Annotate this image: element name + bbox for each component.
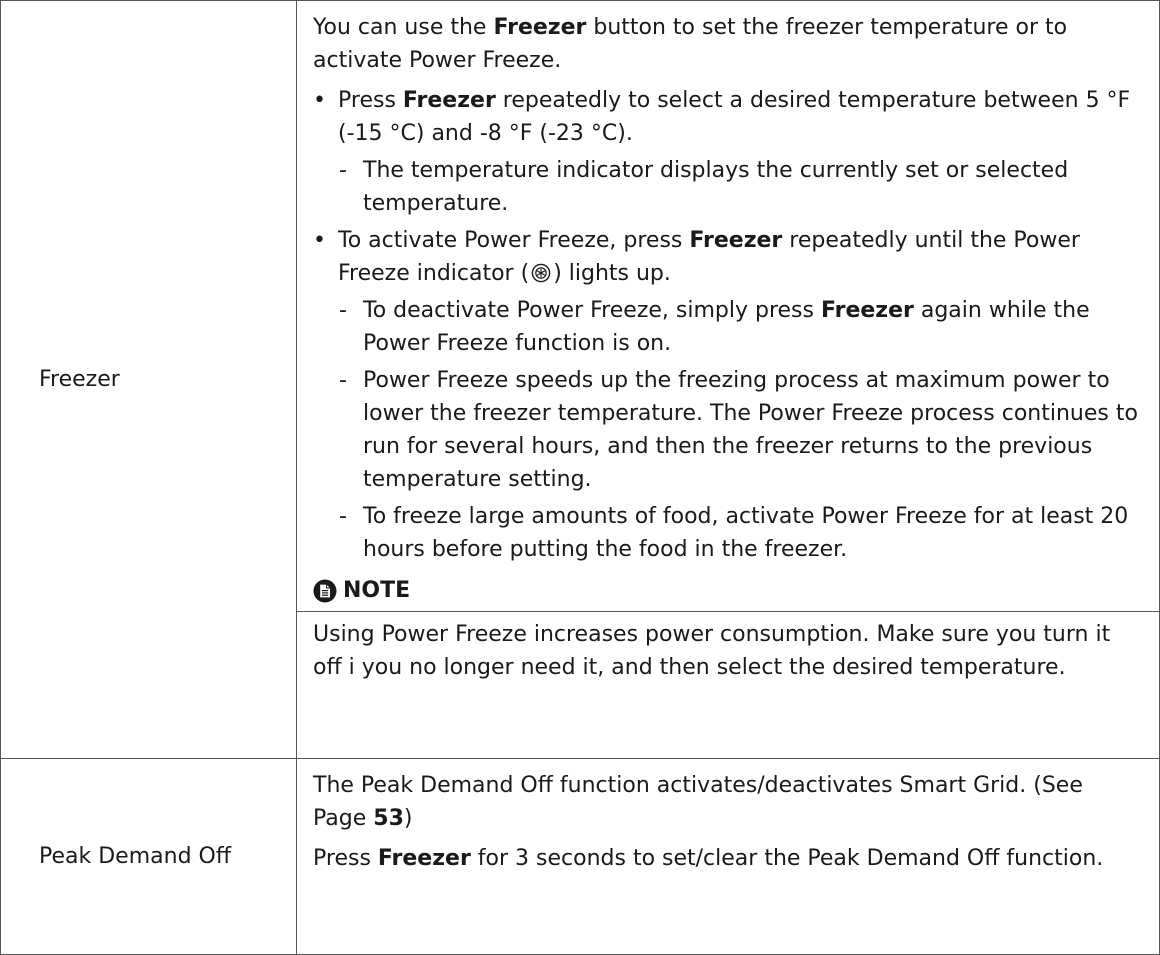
note-document-icon	[313, 579, 337, 603]
peak-demand-row: Peak Demand Off The Peak Demand Off func…	[0, 758, 1160, 955]
bullet-mark: •	[313, 88, 326, 113]
row-label-peak-demand: Peak Demand Off	[0, 758, 297, 955]
note-text: Using Power Freeze increases power consu…	[313, 622, 1111, 680]
freezer-button-ref: Freezer	[377, 846, 471, 871]
sub-list-item: - To deactivate Power Freeze, simply pres…	[313, 294, 1141, 360]
peak-demand-para-1: The Peak Demand Off function activates/d…	[313, 773, 1083, 831]
freezer-button-ref: Freezer	[689, 228, 783, 253]
note-title: NOTE	[343, 578, 411, 603]
row-label-freezer: Freezer	[0, 0, 297, 759]
peak-demand-para-2: Press Freezer for 3 seconds to set/clear…	[313, 846, 1104, 871]
sub-list-item: - The temperature indicator displays the …	[313, 154, 1141, 220]
peak-demand-description: The Peak Demand Off function activates/d…	[296, 758, 1160, 955]
note-heading: NOTE	[313, 574, 1141, 608]
bullet-mark: •	[313, 228, 326, 253]
freezer-intro: You can use the Freezer button to set th…	[313, 15, 1068, 73]
page-reference-link[interactable]: 53	[373, 806, 404, 831]
freezer-button-ref: Freezer	[402, 88, 496, 113]
dash-mark: -	[339, 298, 347, 323]
list-item: • Press Freezer repeatedly to select a de…	[313, 84, 1141, 150]
dash-mark: -	[339, 504, 347, 529]
power-freeze-indicator-icon	[531, 263, 551, 283]
freezer-row: Freezer You can use the Freezer button t…	[0, 0, 1160, 759]
list-item: • To activate Power Freeze, press Freezer…	[313, 224, 1141, 290]
freezer-description: You can use the Freezer button to set th…	[296, 0, 1160, 759]
dash-mark: -	[339, 368, 347, 393]
dash-mark: -	[339, 158, 347, 183]
note-divider	[297, 611, 1159, 612]
freezer-button-ref: Freezer	[493, 15, 587, 40]
spec-table: Freezer You can use the Freezer button t…	[0, 0, 1160, 955]
sub-list-item: - Power Freeze speeds up the freezing pro…	[313, 364, 1141, 496]
sub-list-item: - To freeze large amounts of food, activa…	[313, 500, 1141, 566]
freezer-button-ref: Freezer	[820, 298, 914, 323]
